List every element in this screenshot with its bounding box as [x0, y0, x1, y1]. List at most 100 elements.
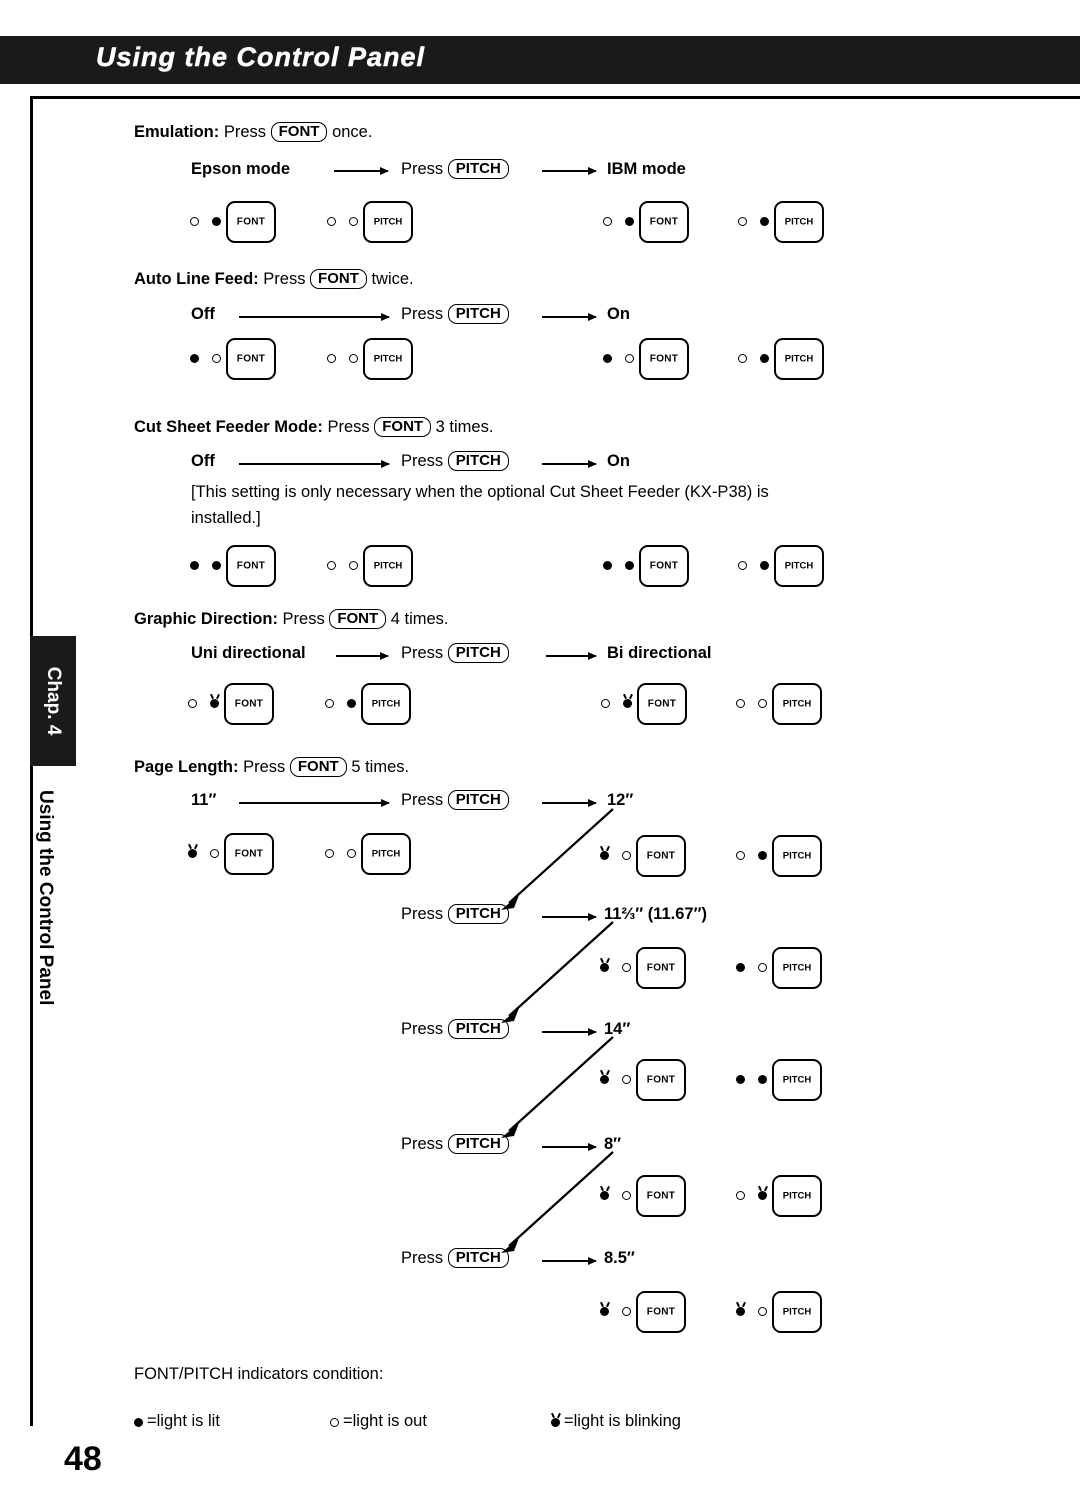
section-emulation-heading-sep: :	[213, 123, 220, 141]
legend-lamp-out-icon	[330, 1418, 339, 1427]
alf-mid-press: Press PITCH	[401, 304, 509, 325]
section-graphic-direction-heading: Graphic Direction: Press FONT 4 times.	[134, 609, 449, 630]
font-button-pl85[interactable]: FONT	[636, 1291, 686, 1333]
pitch-button-label: PITCH	[782, 850, 812, 862]
alf-arrow-2	[542, 312, 597, 321]
pitch-button-label: PITCH	[782, 1190, 812, 1202]
lamp-emulation-left-font-1	[190, 217, 199, 226]
lamp-csf-left-pitch-1	[327, 561, 336, 570]
pitch-button-alf-left[interactable]: PITCH	[363, 338, 413, 380]
font-button-pl12[interactable]: FONT	[636, 835, 686, 877]
lamp-gd-right-pitch-1	[736, 699, 745, 708]
emulation-right-state: IBM mode	[607, 160, 686, 178]
font-button-label: FONT	[646, 962, 676, 974]
pitch-key-capsule: PITCH	[447, 1248, 509, 1268]
font-button-csf-left[interactable]: FONT	[226, 545, 276, 587]
lamp-pl14-pitch-1	[736, 1075, 745, 1084]
section-gd-heading-press: Press	[282, 610, 325, 628]
legend-out-text: =light is out	[343, 1412, 427, 1430]
pitch-button-alf-right[interactable]: PITCH	[774, 338, 824, 380]
font-button-alf-left[interactable]: FONT	[226, 338, 276, 380]
pitch-button-label: PITCH	[373, 560, 403, 572]
font-button-label: FONT	[236, 353, 266, 365]
section-alf-heading-press: Press	[263, 270, 306, 288]
lamp-pl1167-font-2	[622, 963, 631, 972]
pitch-button-pl85[interactable]: PITCH	[772, 1291, 822, 1333]
font-button-emulation-right[interactable]: FONT	[639, 201, 689, 243]
font-button-label: FONT	[236, 560, 266, 572]
section-auto-line-feed-heading: Auto Line Feed: Press FONT twice.	[134, 269, 414, 290]
lamp-pl12-pitch-1	[736, 851, 745, 860]
font-button-alf-right[interactable]: FONT	[639, 338, 689, 380]
pitch-button-label: PITCH	[784, 560, 814, 572]
lamp-pl1167-pitch-1	[736, 963, 745, 972]
csf-left-state: Off	[191, 452, 215, 470]
lamp-emulation-right-pitch-1	[738, 217, 747, 226]
section-gd-heading-suffix: 4 times.	[390, 610, 449, 628]
lamp-pl11-left-font-2	[210, 849, 219, 858]
pitch-button-label: PITCH	[782, 1074, 812, 1086]
lamp-pl14-font-2	[622, 1075, 631, 1084]
pitch-key-capsule: PITCH	[447, 159, 509, 179]
font-button-label: FONT	[646, 850, 676, 862]
lamp-csf-left-font-1	[190, 561, 199, 570]
legend-lamp-lit-icon	[134, 1418, 143, 1427]
pl-step-2-press: Press PITCH	[401, 1019, 509, 1040]
gd-right-state: Bi directional	[607, 644, 712, 662]
font-button-pl11-left[interactable]: FONT	[224, 833, 274, 875]
section-pl-heading-press: Press	[243, 758, 286, 776]
font-button-emulation-left[interactable]: FONT	[226, 201, 276, 243]
pitch-button-pl8[interactable]: PITCH	[772, 1175, 822, 1217]
pitch-button-csf-right[interactable]: PITCH	[774, 545, 824, 587]
font-button-label: FONT	[649, 353, 679, 365]
csf-note-line-1: [This setting is only necessary when the…	[191, 483, 769, 501]
pitch-button-gd-right[interactable]: PITCH	[772, 683, 822, 725]
pitch-key-capsule: PITCH	[447, 451, 509, 471]
lamp-pl14-pitch-2	[758, 1075, 767, 1084]
pitch-button-pl1167[interactable]: PITCH	[772, 947, 822, 989]
font-button-pl8[interactable]: FONT	[636, 1175, 686, 1217]
pitch-button-label: PITCH	[782, 962, 812, 974]
font-button-pl1167[interactable]: FONT	[636, 947, 686, 989]
lamp-pl12-pitch-2	[758, 851, 767, 860]
font-button-csf-right[interactable]: FONT	[639, 545, 689, 587]
font-button-pl14[interactable]: FONT	[636, 1059, 686, 1101]
font-button-gd-right[interactable]: FONT	[637, 683, 687, 725]
pitch-button-pl11-left[interactable]: PITCH	[361, 833, 411, 875]
pl-left-state: 11″	[191, 791, 217, 809]
lamp-gd-left-font-2	[210, 699, 219, 708]
lamp-gd-left-pitch-1	[325, 699, 334, 708]
gd-mid-press-label: Press	[401, 644, 444, 662]
page-title: Using the Control Panel	[96, 42, 426, 73]
lamp-emulation-right-font-1	[603, 217, 612, 226]
pitch-button-label: PITCH	[784, 353, 814, 365]
lamp-csf-right-pitch-2	[760, 561, 769, 570]
alf-right-state: On	[607, 305, 630, 323]
pitch-button-pl14[interactable]: PITCH	[772, 1059, 822, 1101]
section-emulation-heading-label: Emulation	[134, 123, 214, 141]
pl-mid-press: Press PITCH	[401, 790, 509, 811]
pitch-button-pl12[interactable]: PITCH	[772, 835, 822, 877]
pl-diagonal-arrow-1	[501, 808, 614, 910]
alf-mid-press-label: Press	[401, 305, 444, 323]
pl-diagonal-arrow-4	[501, 1151, 614, 1253]
lamp-pl8-pitch-1	[736, 1191, 745, 1200]
lamp-gd-right-font-1	[601, 699, 610, 708]
lamp-csf-left-pitch-2	[349, 561, 358, 570]
font-button-gd-left[interactable]: FONT	[224, 683, 274, 725]
chapter-tab-label: Chap. 4	[43, 666, 64, 736]
lamp-alf-left-pitch-2	[349, 354, 358, 363]
section-pl-heading-sep: :	[233, 758, 239, 776]
lamp-pl85-pitch-2	[758, 1307, 767, 1316]
section-alf-heading-sep: :	[253, 270, 259, 288]
gd-arrow-2	[546, 651, 597, 660]
pitch-button-gd-left[interactable]: PITCH	[361, 683, 411, 725]
font-key-capsule: FONT	[374, 417, 432, 437]
pitch-button-csf-left[interactable]: PITCH	[363, 545, 413, 587]
lamp-pl85-font-1	[600, 1307, 609, 1316]
pitch-button-emulation-left[interactable]: PITCH	[363, 201, 413, 243]
lamp-csf-right-font-1	[603, 561, 612, 570]
pitch-button-emulation-right[interactable]: PITCH	[774, 201, 824, 243]
legend-blink-text: =light is blinking	[564, 1412, 681, 1430]
lamp-pl11-left-pitch-1	[325, 849, 334, 858]
